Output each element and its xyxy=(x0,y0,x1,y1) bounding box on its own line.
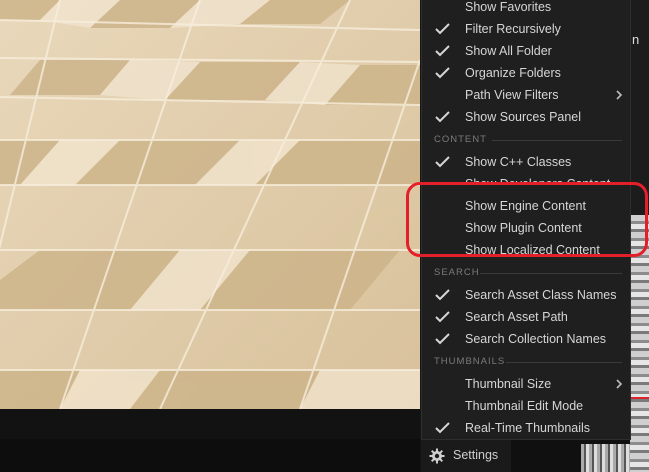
settings-button[interactable]: Settings xyxy=(421,440,511,472)
section-label: SEARCH xyxy=(434,267,480,278)
menu-item-show-favorites[interactable]: Show Favorites xyxy=(422,0,630,18)
viewport-bottom-bar xyxy=(0,409,420,472)
checkmark-icon xyxy=(435,289,450,301)
menu-item-search-collection-names[interactable]: Search Collection Names xyxy=(422,328,630,350)
menu-item-label: Real-Time Thumbnails xyxy=(465,421,591,435)
menu-item-label: Search Asset Path xyxy=(465,310,568,324)
selection-marker xyxy=(630,397,649,399)
menu-item-path-view-filters[interactable]: Path View Filters xyxy=(422,84,630,106)
tiled-floor xyxy=(0,0,420,409)
menu-item-thumbnail-size[interactable]: Thumbnail Size xyxy=(422,373,630,395)
chevron-right-icon xyxy=(616,379,623,389)
section-header-content: CONTENT xyxy=(434,134,622,146)
highlight-annotation xyxy=(406,182,648,257)
checkmark-icon xyxy=(435,156,450,168)
checkmark-icon xyxy=(435,45,450,57)
status-bar xyxy=(0,439,420,472)
menu-item-organize-folders[interactable]: Organize Folders xyxy=(422,62,630,84)
checkmark-icon xyxy=(435,333,450,345)
menu-item-label: Filter Recursively xyxy=(465,22,561,36)
checkmark-icon xyxy=(435,23,450,35)
menu-item-show-sources-panel[interactable]: Show Sources Panel xyxy=(422,106,630,128)
menu-item-show-all-folder[interactable]: Show All Folder xyxy=(422,40,630,62)
menu-item-label: Organize Folders xyxy=(465,66,561,80)
checkmark-icon xyxy=(435,311,450,323)
panel-text-fragment: n xyxy=(632,32,640,47)
level-viewport[interactable] xyxy=(0,0,420,409)
content-browser-footer xyxy=(511,440,630,472)
menu-item-label: Thumbnail Edit Mode xyxy=(465,399,584,413)
section-label: CONTENT xyxy=(434,134,487,145)
menu-item-real-time-thumbnails[interactable]: Real-Time Thumbnails xyxy=(422,417,630,439)
section-divider xyxy=(506,362,622,363)
menu-item-label: Search Asset Class Names xyxy=(465,288,617,302)
settings-label: Settings xyxy=(453,448,499,462)
gear-icon xyxy=(429,448,445,464)
menu-item-label: Show Sources Panel xyxy=(465,110,582,124)
menu-item-label: Show C++ Classes xyxy=(465,155,572,169)
chevron-right-icon xyxy=(616,90,623,100)
menu-item-label: Path View Filters xyxy=(465,88,559,102)
section-header-thumbnails: THUMBNAILS xyxy=(434,356,622,368)
section-header-search: SEARCH xyxy=(434,267,622,279)
section-label: THUMBNAILS xyxy=(434,356,506,367)
checkmark-icon xyxy=(435,67,450,79)
menu-item-label: Search Collection Names xyxy=(465,332,607,346)
asset-thumbnail[interactable] xyxy=(581,444,630,472)
menu-item-filter-recursively[interactable]: Filter Recursively xyxy=(422,18,630,40)
menu-item-search-asset-path[interactable]: Search Asset Path xyxy=(422,306,630,328)
checkmark-icon xyxy=(435,422,450,434)
menu-item-label: Show Favorites xyxy=(465,0,552,14)
menu-item-label: Thumbnail Size xyxy=(465,377,552,391)
checkmark-icon xyxy=(435,111,450,123)
menu-item-thumbnail-edit-mode[interactable]: Thumbnail Edit Mode xyxy=(422,395,630,417)
menu-item-label: Show All Folder xyxy=(465,44,552,58)
section-divider xyxy=(480,273,622,274)
menu-item-search-asset-class-names[interactable]: Search Asset Class Names xyxy=(422,284,630,306)
menu-item-show-cpp-classes[interactable]: Show C++ Classes xyxy=(422,151,630,173)
section-divider xyxy=(492,140,622,141)
